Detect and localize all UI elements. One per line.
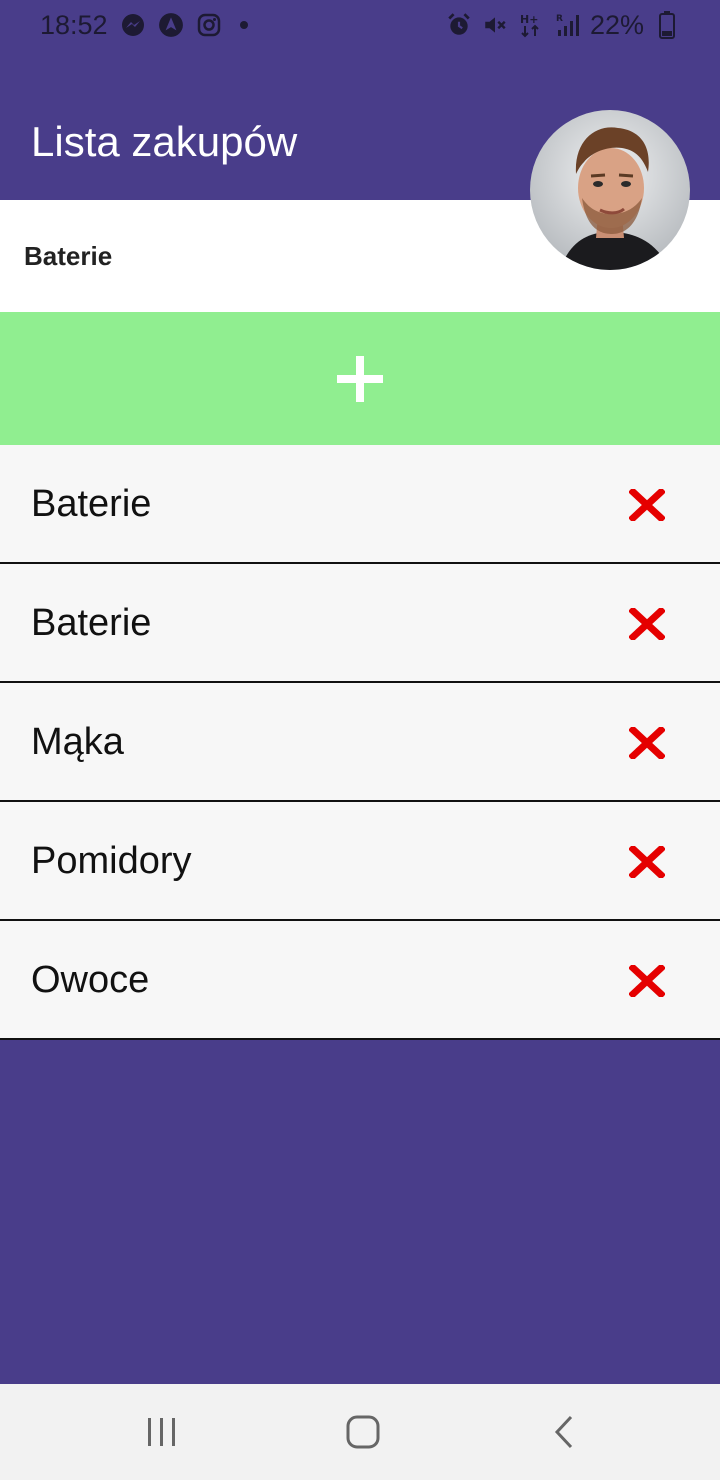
instagram-icon — [196, 12, 222, 38]
page-title: Lista zakupów — [31, 118, 298, 165]
list-item: Owoce — [0, 921, 720, 1040]
navigation-bar — [0, 1384, 720, 1480]
svg-text:R: R — [556, 14, 563, 24]
plus-icon — [337, 355, 383, 402]
item-label: Pomidory — [31, 840, 192, 882]
delete-item-button[interactable] — [622, 483, 672, 527]
list-item: Baterie — [0, 445, 720, 564]
item-label: Mąka — [31, 721, 124, 763]
status-bar: 18:52 H+ R 22% — [0, 0, 720, 50]
vibrate-icon — [482, 12, 508, 38]
shopping-list: Baterie Baterie Mąka Pomidory Owoce — [0, 445, 720, 1040]
delete-item-button[interactable] — [622, 840, 672, 884]
list-item: Pomidory — [0, 802, 720, 921]
close-icon — [629, 965, 665, 997]
delete-item-button[interactable] — [622, 602, 672, 646]
back-icon — [554, 1415, 573, 1449]
close-icon — [629, 846, 665, 878]
delete-item-button[interactable] — [622, 721, 672, 765]
battery-icon — [654, 11, 680, 39]
home-button[interactable] — [333, 1412, 393, 1452]
add-item-button[interactable] — [0, 312, 720, 445]
status-time: 18:52 — [40, 9, 108, 40]
close-icon — [629, 608, 665, 640]
battery-percent: 22% — [589, 9, 644, 40]
avatar[interactable] — [530, 110, 690, 270]
close-icon — [629, 727, 665, 759]
close-icon — [629, 489, 665, 521]
home-icon — [346, 1415, 380, 1449]
user-avatar-icon — [530, 110, 690, 270]
signal-icon: R — [554, 12, 580, 38]
messenger-icon — [120, 12, 146, 38]
item-input[interactable] — [24, 236, 504, 276]
recent-apps-button[interactable] — [132, 1412, 192, 1452]
svg-text:H+: H+ — [520, 13, 538, 26]
dot-icon — [239, 21, 248, 29]
item-label: Baterie — [31, 483, 152, 525]
list-item: Mąka — [0, 683, 720, 802]
arrow-app-icon — [158, 12, 184, 38]
hplus-icon: H+ — [518, 12, 544, 38]
recent-apps-icon — [148, 1418, 175, 1446]
app-screen: 18:52 H+ R 22% Lista zakupów Baterie Bat… — [0, 0, 720, 1480]
list-item: Baterie — [0, 564, 720, 683]
back-button[interactable] — [534, 1412, 594, 1452]
delete-item-button[interactable] — [622, 959, 672, 1003]
alarm-icon — [446, 12, 472, 38]
item-label: Owoce — [31, 959, 150, 1001]
item-label: Baterie — [31, 602, 152, 644]
